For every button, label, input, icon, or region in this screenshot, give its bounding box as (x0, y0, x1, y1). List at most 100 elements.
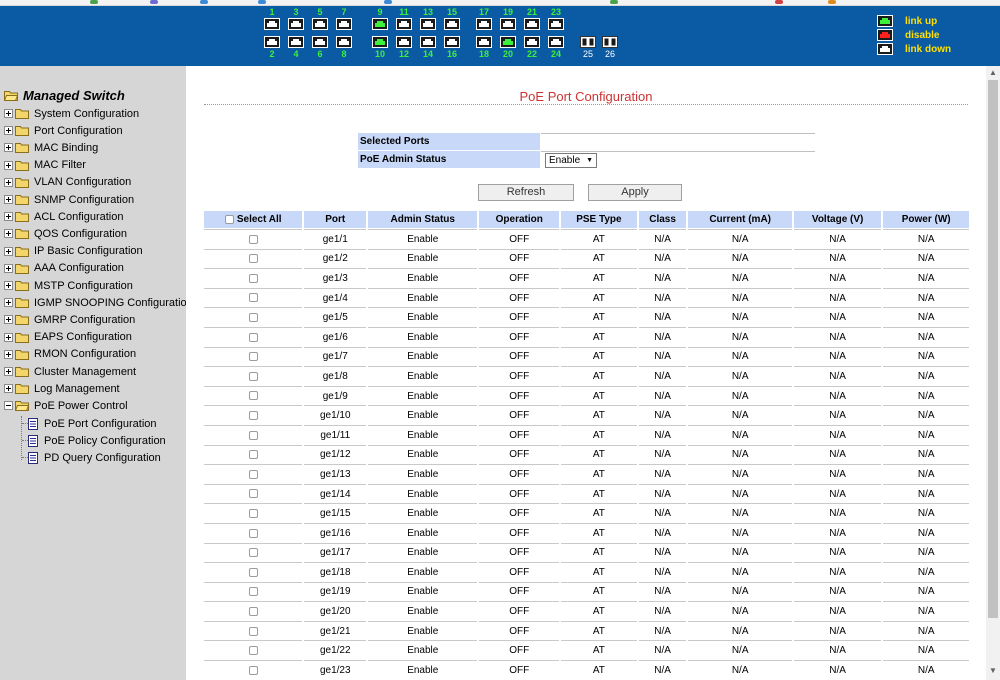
row-checkbox[interactable] (248, 371, 258, 381)
row-checkbox[interactable] (248, 665, 258, 675)
row-select-cell[interactable] (204, 424, 303, 445)
row-checkbox[interactable] (248, 567, 258, 577)
collapse-icon[interactable] (4, 401, 13, 411)
row-select-cell[interactable] (204, 385, 303, 406)
port-20-icon[interactable] (500, 36, 516, 48)
port-7-icon[interactable] (336, 18, 352, 30)
bookmark-icon[interactable] (150, 0, 158, 4)
sidebar-item[interactable]: AAA Configuration (4, 260, 124, 277)
row-checkbox[interactable] (248, 606, 258, 616)
port-14-icon[interactable] (420, 36, 436, 48)
port-24-icon[interactable] (548, 36, 564, 48)
port-6-icon[interactable] (312, 36, 328, 48)
row-select-cell[interactable] (204, 464, 303, 484)
row-select-cell[interactable] (204, 483, 303, 504)
row-select-cell[interactable] (204, 581, 303, 602)
sidebar-subitem[interactable]: PoE Policy Configuration (28, 432, 166, 449)
expand-icon[interactable] (4, 281, 13, 290)
expand-icon[interactable] (4, 332, 13, 342)
row-checkbox[interactable] (248, 411, 258, 420)
expand-icon[interactable] (4, 298, 13, 308)
row-select-cell[interactable] (204, 307, 303, 327)
port-11-icon[interactable] (396, 18, 412, 30)
port-15-icon[interactable] (444, 18, 460, 30)
sidebar-item[interactable]: IP Basic Configuration (4, 243, 143, 260)
row-select-cell[interactable] (204, 229, 303, 249)
row-checkbox[interactable] (248, 469, 258, 479)
row-select-cell[interactable] (204, 640, 303, 660)
row-checkbox[interactable] (248, 352, 258, 362)
sidebar-item[interactable]: PoE Power Control (4, 397, 128, 414)
port-2-icon[interactable] (264, 36, 280, 48)
row-select-cell[interactable] (204, 601, 303, 621)
bookmark-icon[interactable] (384, 0, 392, 4)
tree-root[interactable]: Managed Switch (2, 86, 125, 104)
expand-icon[interactable] (4, 367, 13, 376)
row-select-cell[interactable] (204, 405, 303, 425)
row-select-cell[interactable] (204, 542, 303, 563)
row-checkbox[interactable] (248, 234, 258, 244)
sidebar-item[interactable]: GMRP Configuration (4, 311, 135, 328)
expand-icon[interactable] (4, 384, 13, 394)
row-checkbox[interactable] (248, 528, 258, 538)
port-3-icon[interactable] (288, 18, 304, 30)
port-12-icon[interactable] (396, 36, 412, 48)
sidebar-item[interactable]: System Configuration (4, 105, 139, 122)
port-18-icon[interactable] (476, 36, 492, 48)
row-select-cell[interactable] (204, 503, 303, 523)
row-select-cell[interactable] (204, 326, 303, 347)
expand-icon[interactable] (4, 126, 13, 136)
expand-icon[interactable] (4, 109, 13, 118)
bookmark-icon[interactable] (200, 0, 208, 4)
row-checkbox[interactable] (248, 450, 258, 460)
sidebar-item[interactable]: VLAN Configuration (4, 174, 131, 191)
bookmark-icon[interactable] (90, 0, 98, 4)
expand-icon[interactable] (4, 177, 13, 187)
sidebar-item[interactable]: QOS Configuration (4, 225, 127, 242)
port-10-icon[interactable] (372, 36, 388, 48)
sidebar-item[interactable]: SNMP Configuration (4, 191, 134, 208)
sidebar-item[interactable]: Log Management (4, 380, 120, 397)
bookmark-icon[interactable] (775, 0, 783, 4)
row-select-cell[interactable] (204, 287, 303, 308)
scroll-down-icon[interactable]: ▼ (986, 664, 1000, 678)
sidebar-item[interactable]: MAC Filter (4, 157, 86, 174)
sidebar-item[interactable]: IGMP SNOOPING Configuration (4, 294, 193, 311)
port-13-icon[interactable] (420, 18, 436, 30)
poe-admin-status-select[interactable]: Enable ▼ (545, 152, 597, 168)
expand-icon[interactable] (4, 349, 13, 359)
scroll-up-icon[interactable]: ▲ (986, 66, 1000, 80)
row-select-cell[interactable] (204, 522, 303, 543)
row-checkbox[interactable] (248, 293, 258, 303)
row-select-cell[interactable] (204, 346, 303, 367)
row-checkbox[interactable] (248, 273, 258, 283)
row-checkbox[interactable] (248, 391, 258, 401)
port-19-icon[interactable] (500, 18, 516, 30)
expand-icon[interactable] (4, 143, 13, 153)
apply-button[interactable]: Apply (588, 184, 682, 201)
sidebar-subitem[interactable]: PD Query Configuration (28, 449, 161, 466)
row-checkbox[interactable] (248, 508, 258, 518)
expand-icon[interactable] (4, 160, 13, 170)
row-checkbox[interactable] (248, 646, 258, 656)
sidebar-item[interactable]: MAC Binding (4, 139, 98, 156)
fiber-port-26-icon[interactable] (602, 36, 618, 48)
row-checkbox[interactable] (248, 548, 258, 558)
row-select-cell[interactable] (204, 268, 303, 288)
sidebar-item[interactable]: Cluster Management (4, 363, 136, 380)
port-8-icon[interactable] (336, 36, 352, 48)
vertical-scrollbar[interactable]: ▲ ▼ (986, 66, 1000, 680)
port-23-icon[interactable] (548, 18, 564, 30)
scrollbar-thumb[interactable] (988, 80, 998, 618)
expand-icon[interactable] (4, 246, 13, 256)
sidebar-subitem[interactable]: PoE Port Configuration (28, 415, 157, 432)
sidebar-item[interactable]: MSTP Configuration (4, 277, 133, 294)
row-select-cell[interactable] (204, 248, 303, 269)
port-17-icon[interactable] (476, 18, 492, 30)
row-select-cell[interactable] (204, 660, 303, 680)
expand-icon[interactable] (4, 195, 13, 204)
select-all-header[interactable]: Select All (204, 211, 303, 229)
row-checkbox[interactable] (248, 489, 258, 499)
row-select-cell[interactable] (204, 444, 303, 465)
port-4-icon[interactable] (288, 36, 304, 48)
